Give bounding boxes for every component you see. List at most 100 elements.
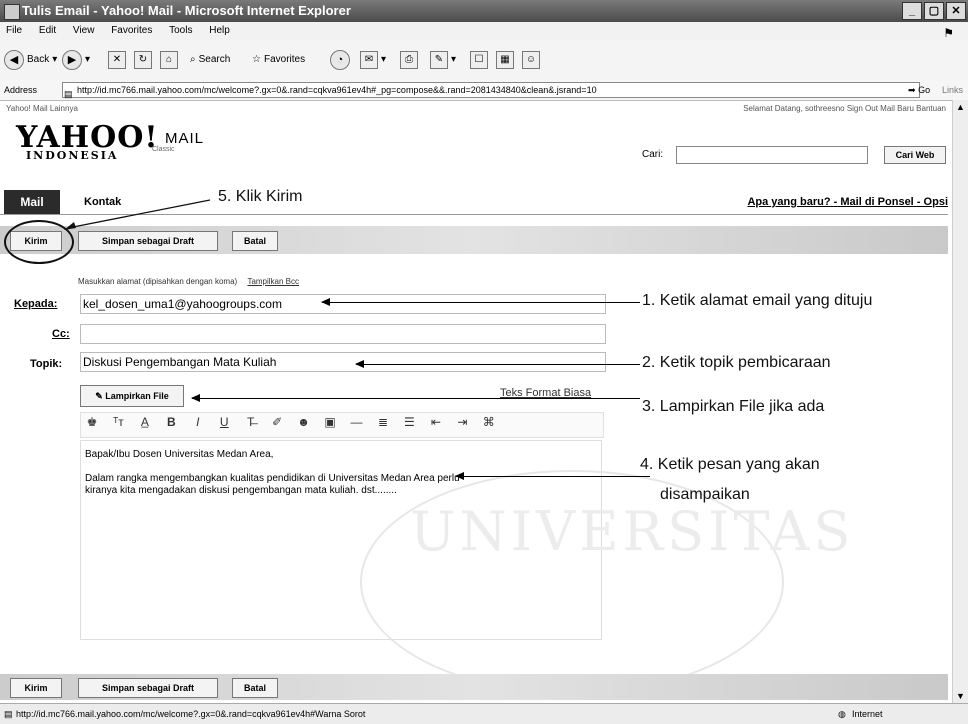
back-arrow-icon: ◀	[4, 50, 24, 70]
back-label: Back	[27, 54, 50, 65]
step4-arrow	[455, 472, 650, 480]
mail-icon: ✉	[360, 51, 378, 69]
send-button-bottom[interactable]: Kirim	[10, 678, 62, 698]
search-label: Search	[198, 54, 231, 65]
edit-button[interactable]: ✎ ▾	[430, 50, 456, 70]
top-links-left[interactable]: Yahoo! Mail Lainnya	[6, 102, 78, 116]
options-link[interactable]: Opsi	[924, 196, 948, 208]
discuss-icon: ☐	[470, 51, 488, 69]
messenger-button[interactable]: ☺	[522, 50, 540, 70]
format-toolbar: ♚ ᵀᴛ A̲ B I U T̶ ✐ ☻ ▣ — ≣ ☰ ⇤ ⇥ ⌘	[80, 412, 604, 438]
title-bar: Tulis Email - Yahoo! Mail - Microsoft In…	[0, 0, 968, 22]
mobile-mail-link[interactable]: Mail di Ponsel	[840, 196, 913, 208]
favorites-label: Favorites	[263, 54, 306, 65]
ie-app-icon	[4, 4, 20, 20]
whats-new-link[interactable]: Apa yang baru?	[747, 196, 830, 208]
italic-icon[interactable]: I	[187, 415, 209, 429]
vertical-scrollbar[interactable]: ▲ ▼	[952, 100, 968, 703]
dropdown-arrow-icon: ▾	[381, 54, 387, 65]
attach-file-label: Lampirkan File	[105, 391, 169, 401]
align-icon[interactable]: ≣	[372, 415, 394, 429]
messenger-icon: ☺	[522, 51, 540, 69]
favorites-button[interactable]: ☆ Favorites	[252, 50, 305, 70]
stop-button[interactable]: ✕	[108, 50, 126, 70]
bold-icon[interactable]: B	[160, 415, 182, 429]
indent-icon[interactable]: ⇥	[451, 415, 473, 429]
star-icon: ☆	[252, 54, 261, 65]
step3-annotation: 3. Lampirkan File jika ada	[642, 398, 825, 415]
horizontal-rule-icon[interactable]: —	[346, 415, 368, 429]
step2-arrow	[355, 360, 640, 368]
emoticon-icon[interactable]: ☻	[293, 415, 315, 429]
address-label: Address	[4, 85, 38, 95]
forward-arrow-icon: ▶	[62, 50, 82, 70]
home-button[interactable]: ⌂	[160, 50, 178, 70]
watermark-text: UNIVERSITAS	[410, 500, 855, 563]
font-size-icon[interactable]: ᵀᴛ	[107, 415, 129, 429]
show-bcc-link[interactable]: Tampilkan Bcc	[247, 277, 299, 286]
menu-help[interactable]: Help	[209, 25, 230, 36]
text-style-icon[interactable]: A̲	[134, 415, 156, 429]
cancel-button[interactable]: Batal	[232, 231, 278, 251]
save-draft-button-bottom[interactable]: Simpan sebagai Draft	[78, 678, 218, 698]
refresh-button[interactable]: ↻	[134, 50, 152, 70]
refresh-icon: ↻	[134, 51, 152, 69]
cc-field[interactable]	[80, 324, 606, 344]
maximize-button[interactable]: ▢	[924, 2, 944, 20]
paperclip-icon: ✎	[95, 391, 103, 401]
mail-product: MAIL	[165, 130, 205, 147]
cc-label[interactable]: Cc:	[52, 328, 70, 340]
scroll-down-icon[interactable]: ▼	[956, 691, 965, 701]
menu-view[interactable]: View	[73, 25, 95, 36]
research-button[interactable]: ▦	[496, 50, 514, 70]
menu-favorites[interactable]: Favorites	[111, 25, 152, 36]
top-links-right[interactable]: Selamat Datang, sothreesno Sign Out Mail…	[743, 102, 946, 116]
highlight-icon[interactable]: ✐	[266, 415, 288, 429]
step1-arrow	[321, 298, 640, 306]
to-label[interactable]: Kepada:	[14, 298, 57, 310]
yahoo-top-links: Yahoo! Mail Lainnya Selamat Datang, soth…	[0, 102, 968, 116]
web-search-input[interactable]	[676, 146, 868, 164]
attach-file-button[interactable]: ✎ Lampirkan File	[80, 385, 184, 407]
links-label[interactable]: Links	[942, 80, 963, 100]
print-button[interactable]: ⎙	[400, 50, 418, 70]
go-button[interactable]: ➡ Go	[908, 80, 930, 100]
subject-value: Diskusi Pengembangan Mata Kuliah	[83, 355, 277, 369]
step1-annotation: 1. Ketik alamat email yang dituju	[642, 292, 873, 309]
font-icon[interactable]: ♚	[81, 415, 103, 429]
link-separator: -	[916, 196, 921, 208]
web-search-button[interactable]: Cari Web	[884, 146, 946, 164]
menu-file[interactable]: File	[6, 25, 22, 36]
step5-arrow	[64, 199, 211, 230]
tab-mail[interactable]: Mail	[4, 190, 60, 214]
mail-button[interactable]: ✉ ▾	[360, 50, 386, 70]
address-hint-text: Masukkan alamat (dipisahkan dengan koma)	[78, 277, 238, 286]
link-separator: -	[833, 196, 838, 208]
menu-edit[interactable]: Edit	[39, 25, 56, 36]
classic-label: Classic	[152, 146, 175, 153]
menu-bar: File Edit View Favorites Tools Help ⚑	[0, 22, 968, 41]
to-field[interactable]: kel_dosen_uma1@yahoogroups.com	[80, 294, 606, 314]
text-color-icon[interactable]: T̶	[240, 415, 262, 429]
discuss-button[interactable]: ☐	[470, 50, 488, 70]
subject-field[interactable]: Diskusi Pengembangan Mata Kuliah	[80, 352, 606, 372]
subject-label: Topik:	[30, 358, 63, 370]
outdent-icon[interactable]: ⇤	[425, 415, 447, 429]
image-icon[interactable]: ▣	[319, 415, 341, 429]
url-input[interactable]: http://id.mc766.mail.yahoo.com/mc/welcom…	[62, 82, 920, 98]
minimize-button[interactable]: _	[902, 2, 922, 20]
window-title: Tulis Email - Yahoo! Mail - Microsoft In…	[22, 3, 351, 18]
scroll-up-icon[interactable]: ▲	[956, 102, 965, 112]
history-button[interactable]: ◔	[330, 50, 350, 70]
back-button[interactable]: ◀ Back ▾	[4, 50, 57, 70]
internet-zone-icon: ◍	[838, 709, 846, 719]
to-value: kel_dosen_uma1@yahoogroups.com	[83, 297, 282, 311]
menu-tools[interactable]: Tools	[169, 25, 192, 36]
bullet-list-icon[interactable]: ☰	[398, 415, 420, 429]
link-icon[interactable]: ⌘	[478, 415, 500, 429]
close-button[interactable]: ✕	[946, 2, 966, 20]
forward-button[interactable]: ▶ ▾	[62, 50, 90, 70]
search-button[interactable]: ⌕ Search	[190, 50, 230, 70]
cancel-button-bottom[interactable]: Batal	[232, 678, 278, 698]
underline-icon[interactable]: U	[213, 415, 235, 429]
